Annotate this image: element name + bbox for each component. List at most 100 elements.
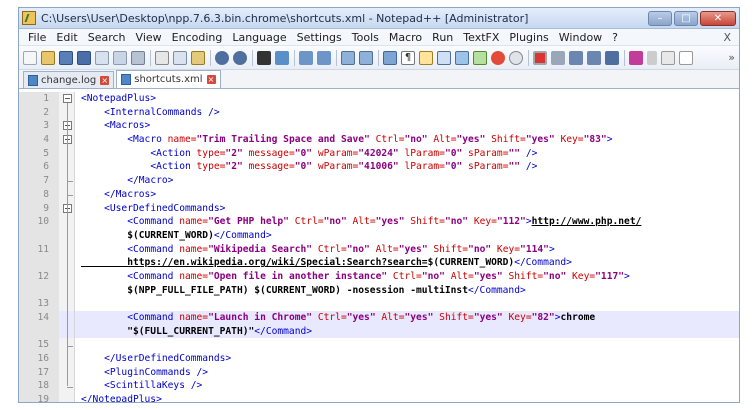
code-line[interactable]: https://en.wikipedia.org/wiki/Special:Se… (75, 256, 739, 270)
code-line[interactable]: <Action type="2" message="0" wParam="420… (75, 147, 739, 161)
file-icon (121, 74, 132, 85)
cut-icon[interactable] (155, 50, 169, 65)
code-line[interactable]: <NotepadPlus> (75, 92, 739, 106)
paste-icon[interactable] (191, 50, 205, 65)
code-line[interactable]: </Macro> (75, 174, 739, 188)
code-token-tag: </Command> (213, 229, 272, 241)
replace-icon[interactable] (275, 50, 289, 65)
folder-as-workspace-icon[interactable] (491, 50, 505, 65)
code-line[interactable]: </UserDefinedCommands> (75, 352, 739, 366)
user-language-icon[interactable] (437, 50, 451, 65)
function-list-icon[interactable] (473, 50, 487, 65)
menu-settings[interactable]: Settings (292, 31, 347, 44)
menu-macro[interactable]: Macro (384, 31, 427, 44)
fold-row (59, 393, 74, 402)
minimize-icon: – (657, 12, 663, 24)
monitoring-icon[interactable] (509, 50, 523, 65)
close-all-icon[interactable] (113, 50, 127, 65)
code-line[interactable]: <ScintillaKeys /> (75, 379, 739, 393)
menu-window[interactable]: Window (554, 31, 607, 44)
code-line[interactable] (75, 338, 739, 352)
close-window-button[interactable]: ✕ (700, 10, 736, 26)
undo-icon[interactable] (215, 50, 229, 65)
tab-change-log[interactable]: change.log × (23, 71, 115, 88)
code-line[interactable]: <Command name="Open file in another inst… (75, 270, 739, 284)
new-file-icon[interactable] (23, 50, 37, 65)
word-wrap-icon[interactable] (383, 50, 397, 65)
close-file-icon[interactable] (95, 50, 109, 65)
code-line[interactable]: <Macro name="Trim Trailing Space and Sav… (75, 133, 739, 147)
spell-options-icon[interactable] (661, 50, 675, 65)
code-line[interactable]: $(NPP_FULL_FILE_PATH) $(CURRENT_WORD) -n… (75, 284, 739, 298)
minimize-button[interactable]: – (648, 10, 672, 26)
close-document-button[interactable]: X (723, 31, 735, 44)
code-token-attr: Ctrl= (312, 243, 347, 255)
menu-textfx[interactable]: TextFX (458, 31, 504, 44)
title-bar[interactable]: C:\Users\User\Desktop\npp.7.6.3.bin.chro… (19, 8, 739, 29)
fold-margin[interactable] (59, 92, 75, 402)
toolbar-separator (252, 49, 253, 66)
menu-file[interactable]: File (23, 31, 51, 44)
save-all-icon[interactable] (77, 50, 91, 65)
copy-icon[interactable] (173, 50, 187, 65)
save-icon[interactable] (59, 50, 73, 65)
sync-horizontal-icon[interactable] (359, 50, 373, 65)
menu-edit[interactable]: Edit (51, 31, 82, 44)
close-tab-icon[interactable]: × (206, 75, 216, 84)
code-line[interactable]: <Action type="2" message="0" wParam="410… (75, 160, 739, 174)
menu-tools[interactable]: Tools (347, 31, 384, 44)
code-line[interactable]: <InternalCommands /> (75, 106, 739, 120)
menu-plugins[interactable]: Plugins (504, 31, 553, 44)
code-line[interactable]: </Macros> (75, 188, 739, 202)
code-token-attr: Key= (554, 134, 584, 146)
spell-check-icon[interactable] (629, 50, 643, 65)
play-macro-icon[interactable] (569, 50, 583, 65)
play-macro-multiple-icon[interactable] (587, 50, 601, 65)
show-all-characters-icon[interactable]: ¶ (401, 50, 415, 65)
tab-shortcuts-xml[interactable]: shortcuts.xml × (116, 70, 221, 88)
close-tab-icon[interactable]: × (100, 75, 110, 85)
text-options-icon[interactable] (679, 50, 693, 65)
fold-toggle-icon[interactable] (63, 94, 72, 103)
record-macro-icon[interactable] (533, 50, 547, 65)
code-token-val: "Trim Trailing Space and Save" (196, 134, 370, 146)
maximize-button[interactable]: □ (674, 10, 698, 26)
code-line[interactable]: <UserDefinedCommands> (75, 202, 739, 216)
tab-label: change.log (41, 74, 97, 86)
menu-help[interactable]: ? (607, 31, 623, 44)
save-macro-icon[interactable] (605, 50, 619, 65)
stop-macro-icon[interactable] (551, 50, 565, 65)
print-icon[interactable] (131, 50, 145, 65)
redo-icon[interactable] (233, 50, 247, 65)
code-token-tag: <Action (150, 147, 197, 159)
code-line[interactable]: <PluginCommands /> (75, 366, 739, 380)
code-line-highlighted[interactable]: <Command name="Launch in Chrome" Ctrl="y… (75, 311, 739, 325)
open-file-icon[interactable] (41, 50, 55, 65)
zoom-in-icon[interactable] (299, 50, 313, 65)
editor-area[interactable]: 1 2 3 4 5 6 7 8 9 10 11 12 13 14 15 16 17 18 19 <NotepadPl… (19, 92, 739, 402)
code-line-highlighted[interactable]: "$(FULL_CURRENT_PATH)"</Command> (75, 324, 739, 339)
indent-guide-icon[interactable] (419, 50, 433, 65)
dropdown-arrow-icon[interactable] (647, 50, 657, 65)
menu-search[interactable]: Search (83, 31, 131, 44)
menu-language[interactable]: Language (227, 31, 291, 44)
code-token-attr: Key= (566, 270, 596, 282)
menu-view[interactable]: View (131, 31, 167, 44)
zoom-out-icon[interactable] (317, 50, 331, 65)
toolbar-overflow-button[interactable]: » (728, 51, 735, 64)
find-icon[interactable] (257, 50, 271, 65)
sync-vertical-icon[interactable] (341, 50, 355, 65)
code-text-area[interactable]: <NotepadPlus> <InternalCommands /> <Macr… (75, 92, 739, 402)
menu-run[interactable]: Run (427, 31, 458, 44)
code-line[interactable]: </NotepadPlus> (75, 393, 739, 402)
doc-map-icon[interactable] (455, 50, 469, 65)
code-line[interactable]: <Command name="Wikipedia Search" Ctrl="n… (75, 243, 739, 257)
code-line[interactable]: <Command name="Get PHP help" Ctrl="no" A… (75, 215, 739, 229)
code-token-attr: Alt= (369, 243, 399, 255)
code-token-val: "no" (323, 216, 347, 228)
code-line[interactable] (75, 297, 739, 311)
code-line[interactable]: <Macros> (75, 119, 739, 133)
menu-encoding[interactable]: Encoding (167, 31, 228, 44)
code-line[interactable]: $(CURRENT_WORD)</Command> (75, 229, 739, 243)
code-token-txt: $(CURRENT_WORD) (81, 229, 214, 241)
